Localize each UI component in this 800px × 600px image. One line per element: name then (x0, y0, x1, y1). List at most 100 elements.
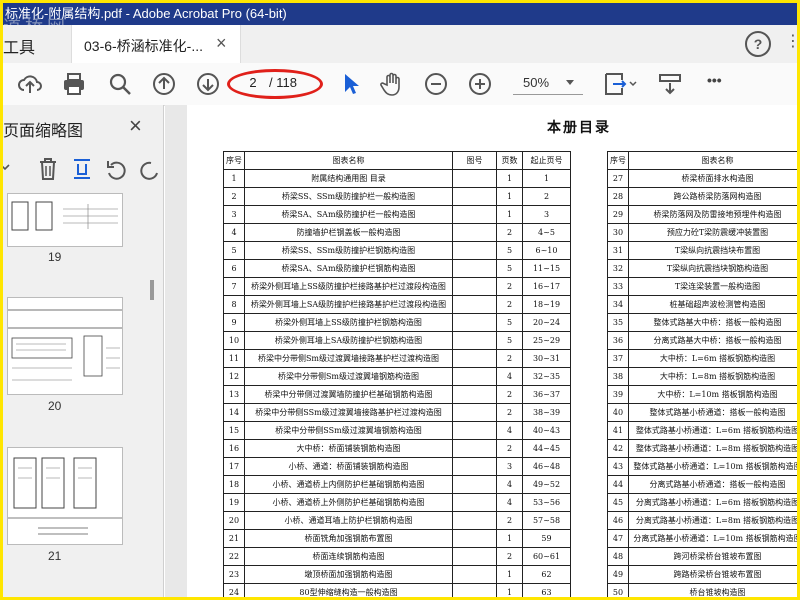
table-cell: 50 (607, 583, 629, 597)
table-cell: T梁纵向抗震挡块钢筋构造图 (628, 259, 797, 278)
extract-pages-icon[interactable] (71, 157, 93, 181)
next-page-icon[interactable] (195, 71, 221, 97)
table-cell: 小桥、通道：桥面铺装钢筋构造图 (244, 457, 453, 476)
panel-options-icon[interactable] (3, 153, 13, 181)
panel-title: 页面缩略图 (3, 123, 84, 140)
table-cell: 6~10 (522, 241, 571, 260)
print-icon[interactable] (61, 71, 87, 97)
table-cell: 大中桥：L=6m 搭板钢筋构造图 (628, 349, 797, 368)
table-row: 19 小桥、通道桥上外侧防护栏基础钢筋构造图 4 53~56 (223, 493, 571, 512)
table-cell: 桥梁中分带侧Sm级过渡翼墙钢筋构造图 (244, 367, 453, 386)
table-cell: 40 (607, 403, 629, 422)
rotate-right-icon[interactable] (137, 157, 159, 181)
thumbnail-drawing (8, 309, 122, 381)
table-cell: 分离式路基小桥通道：L=6m 搭板钢筋构造图 (628, 493, 797, 512)
table-row: 3 桥梁SA、SAm级防撞护栏一般构造图 1 3 (223, 205, 571, 224)
table-cell: 15 (223, 421, 245, 440)
table-cell (452, 277, 497, 296)
help-icon[interactable]: ? (745, 31, 771, 57)
thumbnail-drawing (11, 201, 118, 231)
table-cell: 53~56 (522, 493, 571, 512)
table-row: 40 整体式路基小桥通道：搭板一般构造图 (607, 403, 797, 422)
table-row: 6 桥梁SA、SAm级防撞护栏钢筋构造图 5 11~15 (223, 259, 571, 278)
close-tab-icon[interactable]: × (216, 33, 227, 54)
table-cell: 1 (522, 169, 571, 188)
table-cell (452, 259, 497, 278)
thumbnail-drawing (8, 457, 122, 535)
select-cursor-icon[interactable] (337, 71, 363, 97)
table-cell: 46~48 (522, 457, 571, 476)
table-cell: 41 (607, 421, 629, 440)
table-cell: 1 (496, 187, 523, 206)
table-cell: 附属结构通用图 目录 (244, 169, 453, 188)
scroll-mode-icon[interactable] (657, 71, 683, 97)
delete-icon[interactable] (37, 157, 59, 181)
table-cell (452, 457, 497, 476)
table-cell: 8 (223, 295, 245, 314)
chevron-down-icon[interactable] (566, 80, 574, 85)
table-cell: 2 (496, 547, 523, 566)
table-row: 28 跨公路桥梁防落网构造图 (607, 187, 797, 206)
table-cell: 分离式路基小桥通道：L=10m 搭板钢筋构造图 (628, 529, 797, 548)
table-cell: 小桥、通道耳墙上防护栏钢筋构造图 (244, 511, 453, 530)
table-cell: 62 (522, 565, 571, 584)
table-header: 图表名称 (244, 151, 453, 170)
table-header: 图表名称 (628, 151, 797, 170)
tab-document[interactable]: 03-6-桥涵标准化-... × (71, 25, 241, 63)
toc-table-left: 序号 图表名称 图号 页数 起止页号 1 附属结构通用图 目录 1 1 2 桥梁SS、SSm级防撞… (223, 151, 571, 597)
document-view[interactable]: 本册目录 序号 图表名称 图号 页数 起止页号 1 附属结构通用图 目录 1 1 2 桥梁SS、S… (165, 105, 797, 597)
table-cell: 3 (496, 457, 523, 476)
table-cell: 20~24 (522, 313, 571, 332)
search-icon[interactable] (107, 71, 133, 97)
table-row: 17 小桥、通道：桥面铺装钢筋构造图 3 46~48 (223, 457, 571, 476)
page-thumbnail[interactable] (7, 297, 123, 395)
pdf-page: 本册目录 序号 图表名称 图号 页数 起止页号 1 附属结构通用图 目录 1 1 2 桥梁SS、S… (187, 105, 797, 597)
zoom-out-icon[interactable] (423, 71, 449, 97)
table-cell: 25~29 (522, 331, 571, 350)
toolbar: 2 / 118 50% ••• (3, 63, 797, 106)
more-icon[interactable]: ⋮ (785, 31, 797, 51)
table-cell: 11 (223, 349, 245, 368)
hand-tool-icon[interactable] (379, 71, 405, 97)
table-cell: 整体式路基小桥通道：搭板一般构造图 (628, 403, 797, 422)
table-cell: 46 (607, 511, 629, 530)
table-cell: 桥面铣角加强钢筋布置图 (244, 529, 453, 548)
panel-scrollbar[interactable] (150, 280, 154, 300)
table-cell: 5 (496, 313, 523, 332)
more-tools-icon[interactable]: ••• (707, 72, 722, 88)
table-cell: 小桥、通道桥上内侧防护栏基础钢筋构造图 (244, 475, 453, 494)
table-cell: 2 (496, 439, 523, 458)
table-cell (452, 349, 497, 368)
table-cell: 预应力砼T梁防震缓冲装置图 (628, 223, 797, 242)
table-cell (452, 421, 497, 440)
table-row: 2 桥梁SS、SSm级防撞护栏一般构造图 1 2 (223, 187, 571, 206)
table-row: 29 桥梁防落网及防雷接地预埋件构造图 (607, 205, 797, 224)
table-cell (452, 583, 497, 597)
table-cell: 38 (607, 367, 629, 386)
table-cell: 1 (496, 565, 523, 584)
table-row: 23 墩顶桥面加强钢筋构造图 1 62 (223, 565, 571, 584)
table-cell (452, 169, 497, 188)
close-panel-icon[interactable]: × (129, 113, 142, 139)
zoom-in-icon[interactable] (467, 71, 493, 97)
tab-tools[interactable]: 工具 (3, 34, 35, 58)
fit-page-icon[interactable] (603, 71, 637, 97)
table-row: 38 大中桥：L=8m 搭板钢筋构造图 (607, 367, 797, 386)
table-cell: 1 (496, 529, 523, 548)
table-cell: 63 (522, 583, 571, 597)
table-cell (452, 367, 497, 386)
table-cell: 桥梁SS、SSm级防撞护栏一般构造图 (244, 187, 453, 206)
table-cell: 23 (223, 565, 245, 584)
table-cell: 32 (607, 259, 629, 278)
table-row: 42 整体式路基小桥通道：L=8m 搭板钢筋构造图 (607, 439, 797, 458)
table-cell: 桥梁中分带侧过渡翼墙防撞护栏基础钢筋构造图 (244, 385, 453, 404)
page-thumbnail[interactable] (7, 193, 123, 247)
table-cell: 桩基础超声波检测管构造图 (628, 295, 797, 314)
table-row: 5 桥梁SS、SSm级防撞护栏钢筋构造图 5 6~10 (223, 241, 571, 260)
upload-cloud-icon[interactable] (17, 71, 43, 97)
table-cell: 24 (223, 583, 245, 597)
rotate-left-icon[interactable] (105, 157, 127, 181)
page-thumbnail[interactable] (7, 447, 123, 545)
table-cell: 34 (607, 295, 629, 314)
previous-page-icon[interactable] (151, 71, 177, 97)
